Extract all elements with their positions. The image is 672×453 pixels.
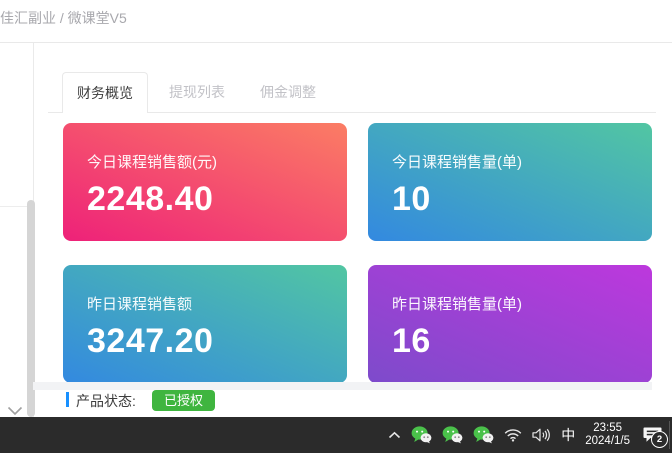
volume-icon[interactable] bbox=[532, 428, 551, 442]
status-label: 产品状态: bbox=[76, 391, 136, 411]
header-divider bbox=[0, 42, 672, 43]
section-gap bbox=[33, 382, 652, 390]
system-tray: 中 23:55 2024/1/5 2 bbox=[388, 417, 664, 453]
status-badge: 已授权 bbox=[152, 390, 215, 411]
tab-label: 提现列表 bbox=[169, 82, 225, 102]
stat-card-label: 昨日课程销售量(单) bbox=[392, 296, 628, 314]
tab-withdrawal-list[interactable]: 提现列表 bbox=[162, 72, 232, 112]
clock-time: 23:55 bbox=[585, 422, 630, 436]
notification-badge: 2 bbox=[651, 431, 668, 448]
stat-card-yesterday-sales-amount: 昨日课程销售额 3247.20 bbox=[63, 265, 347, 383]
tab-label: 佣金调整 bbox=[260, 82, 316, 102]
status-accent-bar bbox=[66, 392, 69, 407]
stat-card-yesterday-sales-count: 昨日课程销售量(单) 16 bbox=[368, 265, 652, 383]
stat-card-today-sales-count: 今日课程销售量(单) 10 bbox=[368, 123, 652, 241]
wechat-icon[interactable] bbox=[442, 426, 463, 444]
clock[interactable]: 23:55 2024/1/5 bbox=[585, 422, 630, 449]
chevron-up-icon[interactable] bbox=[388, 431, 401, 440]
ime-indicator[interactable]: 中 bbox=[561, 417, 575, 453]
wechat-icon[interactable] bbox=[411, 426, 432, 444]
stat-card-label: 今日课程销售额(元) bbox=[87, 154, 323, 172]
stat-card-label: 昨日课程销售额 bbox=[87, 296, 323, 314]
stat-card-today-sales-amount: 今日课程销售额(元) 2248.40 bbox=[63, 123, 347, 241]
breadcrumb[interactable]: 佳汇副业 / 微课堂V5 bbox=[0, 8, 127, 28]
tab-financial-overview[interactable]: 财务概览 bbox=[62, 72, 148, 113]
chevron-down-icon[interactable] bbox=[7, 403, 23, 413]
clock-date: 2024/1/5 bbox=[585, 435, 630, 449]
stat-card-value: 10 bbox=[392, 179, 628, 219]
notification-center-icon[interactable]: 2 bbox=[640, 425, 664, 445]
stat-card-label: 今日课程销售量(单) bbox=[392, 154, 628, 172]
wifi-icon[interactable] bbox=[504, 428, 522, 442]
taskbar: 中 23:55 2024/1/5 2 bbox=[0, 417, 672, 453]
stat-card-value: 2248.40 bbox=[87, 179, 323, 219]
tab-label: 财务概览 bbox=[77, 83, 133, 103]
stat-card-value: 3247.20 bbox=[87, 321, 323, 361]
stat-card-value: 16 bbox=[392, 321, 628, 361]
wechat-icon[interactable] bbox=[473, 426, 494, 444]
tab-commission-adjust[interactable]: 佣金调整 bbox=[253, 72, 323, 112]
show-desktop-edge[interactable] bbox=[669, 421, 670, 449]
